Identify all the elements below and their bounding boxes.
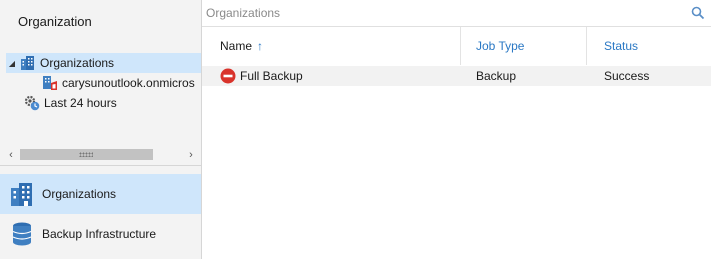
nav-label: Backup Infrastructure	[42, 227, 157, 241]
table-header: Name ↑ Job Type Status	[202, 27, 711, 65]
horizontal-scrollbar[interactable]: ‹ ›	[0, 146, 201, 163]
scrollbar-thumb[interactable]	[20, 149, 153, 160]
column-header-label: Status	[604, 39, 639, 53]
scroll-left-icon[interactable]: ‹	[4, 148, 18, 162]
gear-clock-icon	[24, 95, 40, 111]
left-pane: Organization ◢ Organizations carysunoutl…	[0, 0, 202, 259]
column-header-name[interactable]: Name ↑	[202, 27, 460, 65]
tree-item-organizations[interactable]: ◢ Organizations	[6, 53, 201, 73]
column-header-status[interactable]: Status	[586, 27, 711, 65]
column-header-label: Name	[220, 39, 253, 53]
left-pane-title: Organization	[18, 14, 92, 29]
search-input[interactable]	[206, 3, 684, 23]
tree-item-label: carysunoutlook.onmicros	[62, 76, 195, 90]
right-pane: Name ↑ Job Type Status Full Backup Backup…	[202, 0, 711, 259]
grip-icon	[79, 152, 93, 157]
cell-job-type: Backup	[476, 69, 517, 83]
column-header-job-type[interactable]: Job Type	[460, 27, 586, 65]
tree-item-label: Last 24 hours	[44, 96, 117, 110]
table-row[interactable]: Full Backup Backup Success	[202, 66, 711, 86]
nav-backup-infrastructure-button[interactable]: Backup Infrastructure	[0, 214, 201, 254]
nav-organizations-button[interactable]: Organizations	[0, 174, 201, 214]
nav-label: Organizations	[42, 187, 117, 201]
building-icon	[10, 181, 34, 207]
pane-divider	[0, 165, 201, 166]
database-icon	[10, 221, 34, 247]
sort-ascending-icon: ↑	[257, 39, 264, 53]
cell-status: Success	[604, 69, 650, 83]
collapse-arrow-icon[interactable]: ◢	[6, 59, 18, 68]
search-icon[interactable]	[691, 6, 705, 20]
tree-item-organization[interactable]: carysunoutlook.onmicros	[30, 73, 201, 93]
office365-org-icon	[42, 75, 58, 91]
building-icon	[20, 55, 36, 71]
tree-item-last-24-hours[interactable]: Last 24 hours	[24, 93, 201, 113]
cell-name: Full Backup	[240, 69, 303, 83]
column-header-label: Job Type	[476, 39, 525, 53]
organization-tree: ◢ Organizations carysunoutlook.onmicros …	[0, 44, 201, 146]
scroll-right-icon[interactable]: ›	[184, 148, 198, 162]
tree-item-label: Organizations	[40, 56, 115, 70]
stop-icon	[220, 68, 236, 84]
search-bar	[202, 0, 711, 27]
